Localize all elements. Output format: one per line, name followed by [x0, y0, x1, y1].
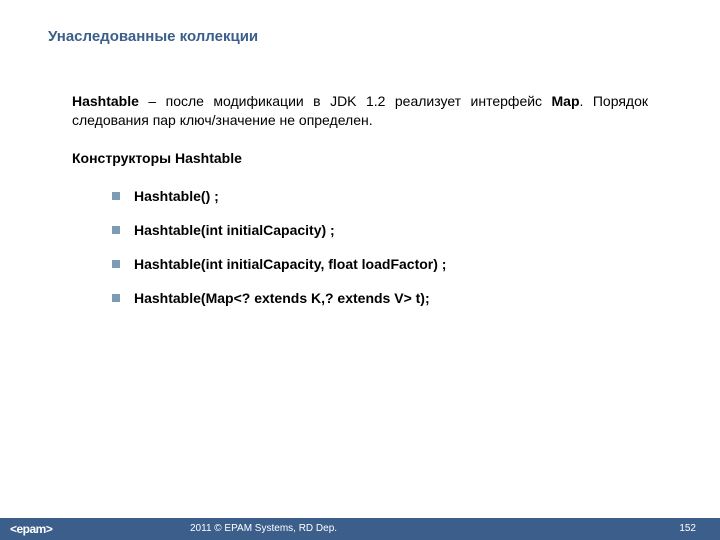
slide-title: Унаследованные коллекции [48, 28, 258, 45]
list-item: Hashtable(Map<? extends K,? extends V> t… [112, 290, 648, 306]
copyright-text: 2011 © EPAM Systems, RD Dep. [190, 518, 337, 540]
intro-paragraph: Hashtable – после модификации в JDK 1.2 … [72, 92, 648, 130]
constructors-heading: Конструкторы Hashtable [72, 150, 648, 166]
list-item: Hashtable() ; [112, 188, 648, 204]
footer-bar: <epam> 2011 © EPAM Systems, RD Dep. 152 [0, 518, 720, 540]
epam-logo: <epam> [10, 518, 52, 540]
list-item: Hashtable(int initialCapacity) ; [112, 222, 648, 238]
para-text-1: – после модификации в JDK 1.2 реализует … [139, 93, 552, 109]
term-map: Map [552, 93, 580, 109]
term-hashtable: Hashtable [72, 93, 139, 109]
list-item: Hashtable(int initialCapacity, float loa… [112, 256, 648, 272]
constructor-list: Hashtable() ; Hashtable(int initialCapac… [112, 188, 648, 306]
slide-content: Hashtable – после модификации в JDK 1.2 … [72, 92, 648, 324]
page-number: 152 [679, 518, 696, 540]
